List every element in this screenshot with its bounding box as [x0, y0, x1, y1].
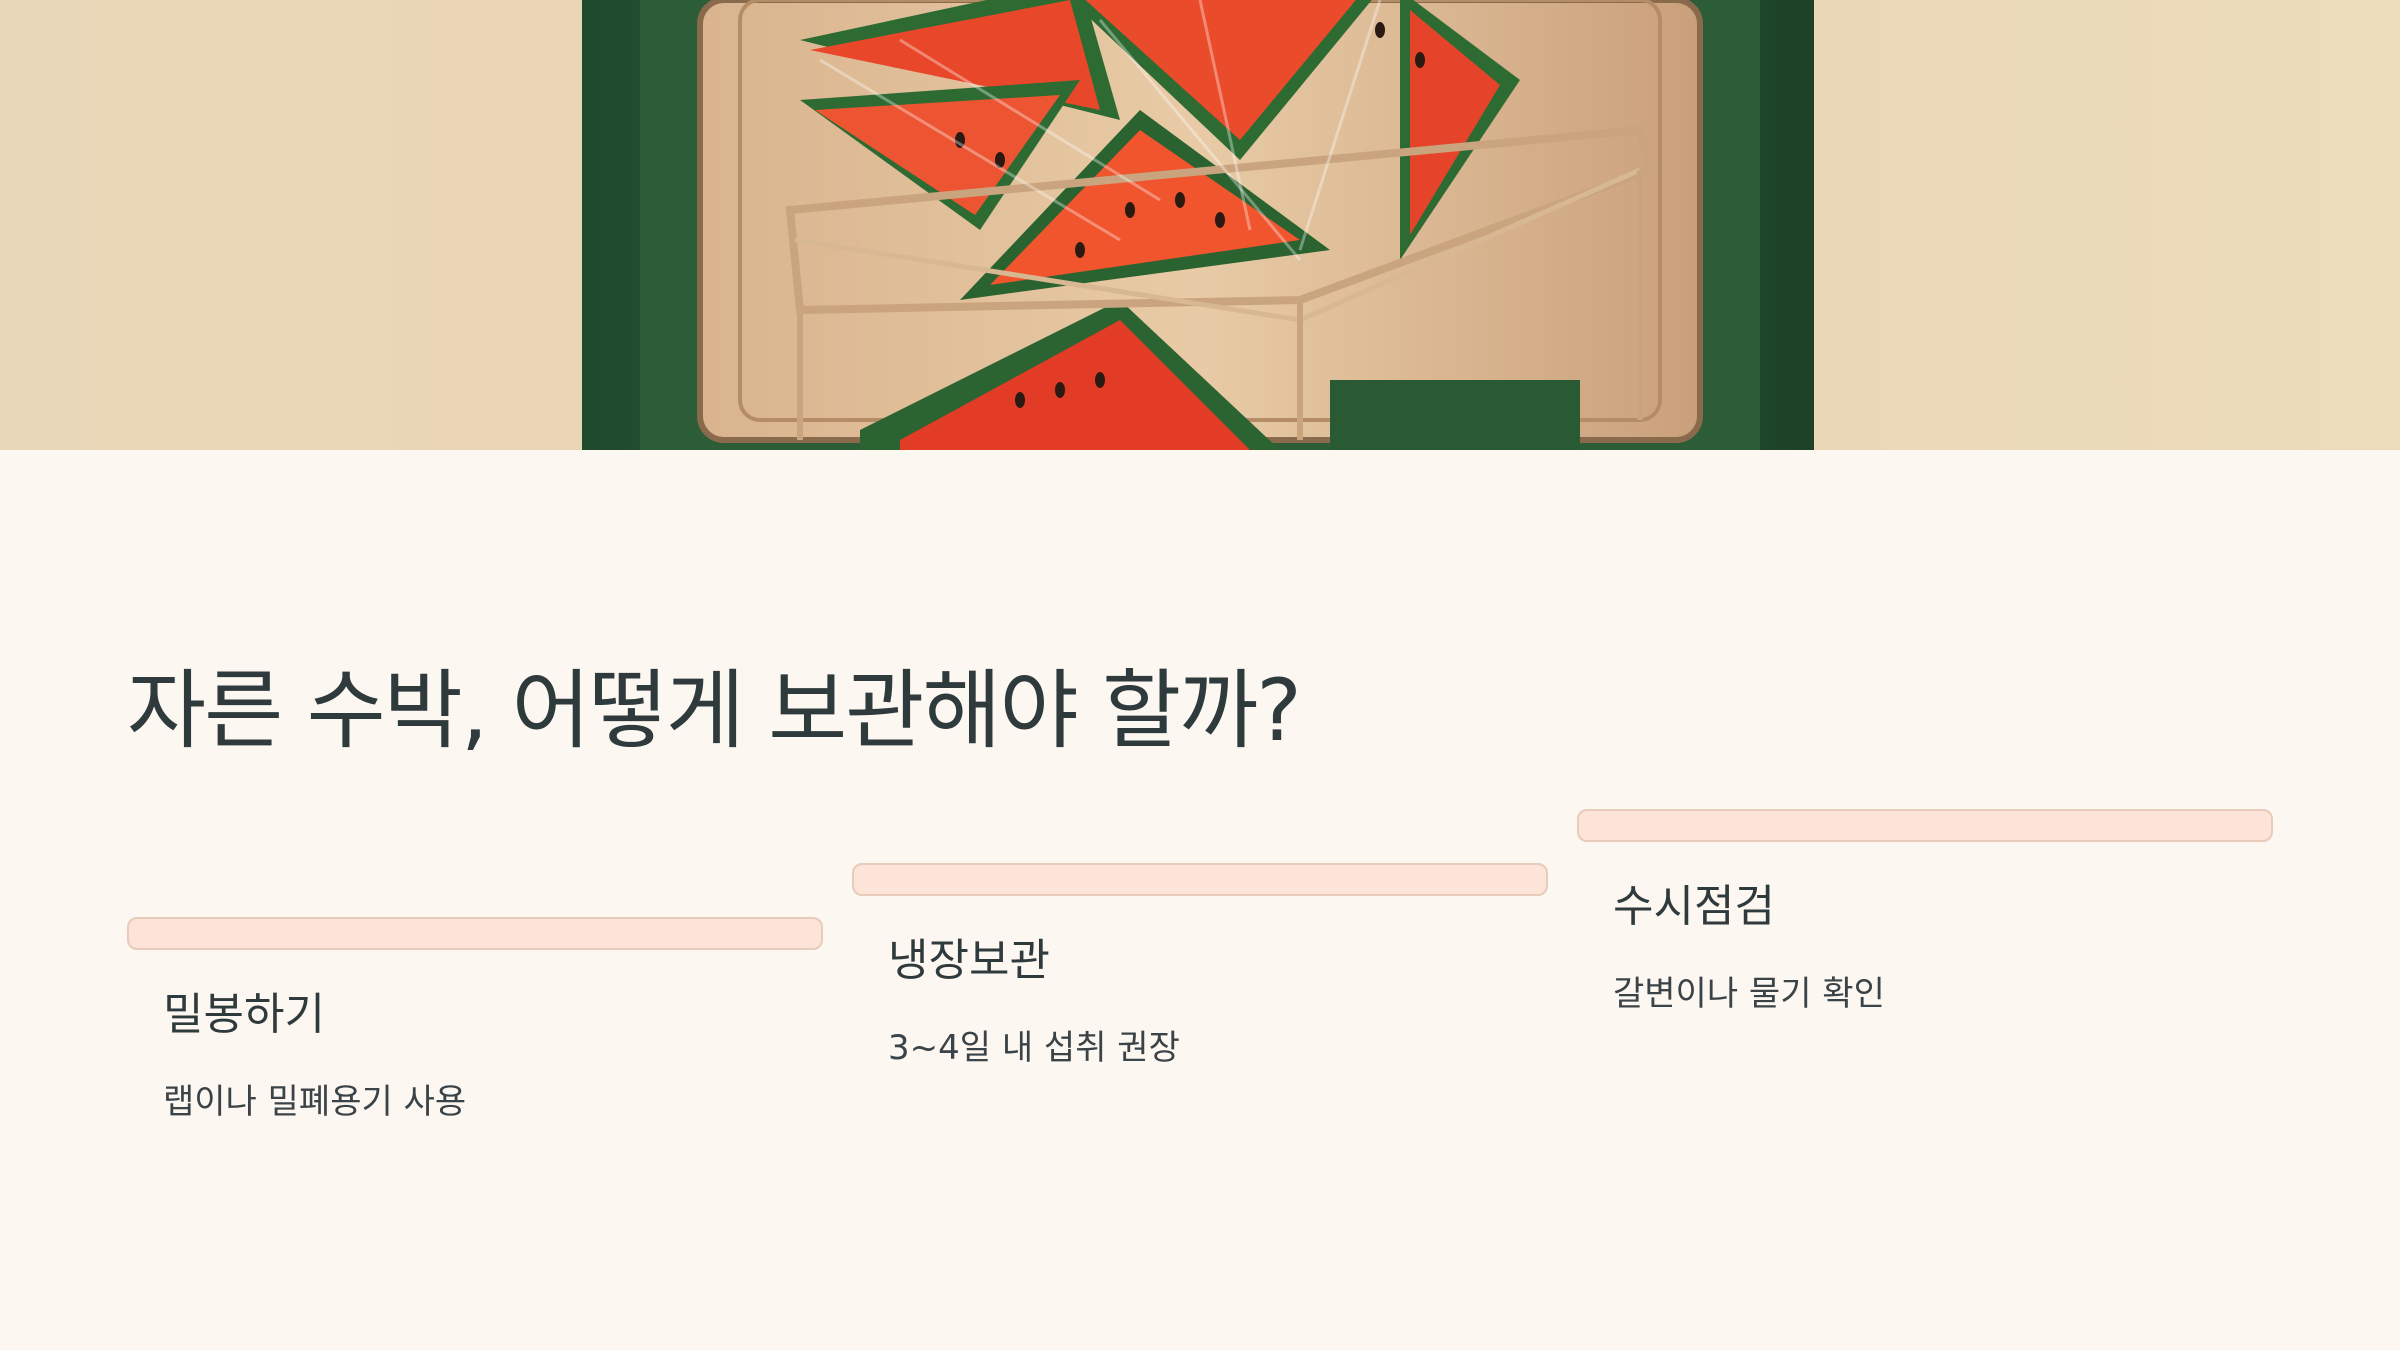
- step-description: 3~4일 내 섭취 권장: [888, 1028, 1180, 1068]
- hero-image: [0, 0, 2400, 450]
- step-bar: [127, 917, 823, 950]
- step-bar: [1577, 809, 2273, 842]
- page-title: 자른 수박, 어떻게 보관해야 할까?: [127, 661, 1302, 761]
- watermelon-fridge-illustration: [582, 0, 1814, 450]
- step-title: 밀봉하기: [163, 989, 325, 1040]
- step-check: 수시점검 갈변이나 물기 확인: [1577, 809, 2273, 1015]
- step-description: 랩이나 밀폐용기 사용: [163, 1082, 467, 1122]
- step-title: 냉장보관: [888, 935, 1050, 986]
- step-refrigerate: 냉장보관 3~4일 내 섭취 권장: [852, 863, 1548, 1069]
- step-description: 갈변이나 물기 확인: [1613, 974, 1885, 1014]
- step-bar: [852, 863, 1548, 896]
- step-title: 수시점검: [1613, 881, 1775, 932]
- step-seal: 밀봉하기 랩이나 밀폐용기 사용: [127, 917, 823, 1123]
